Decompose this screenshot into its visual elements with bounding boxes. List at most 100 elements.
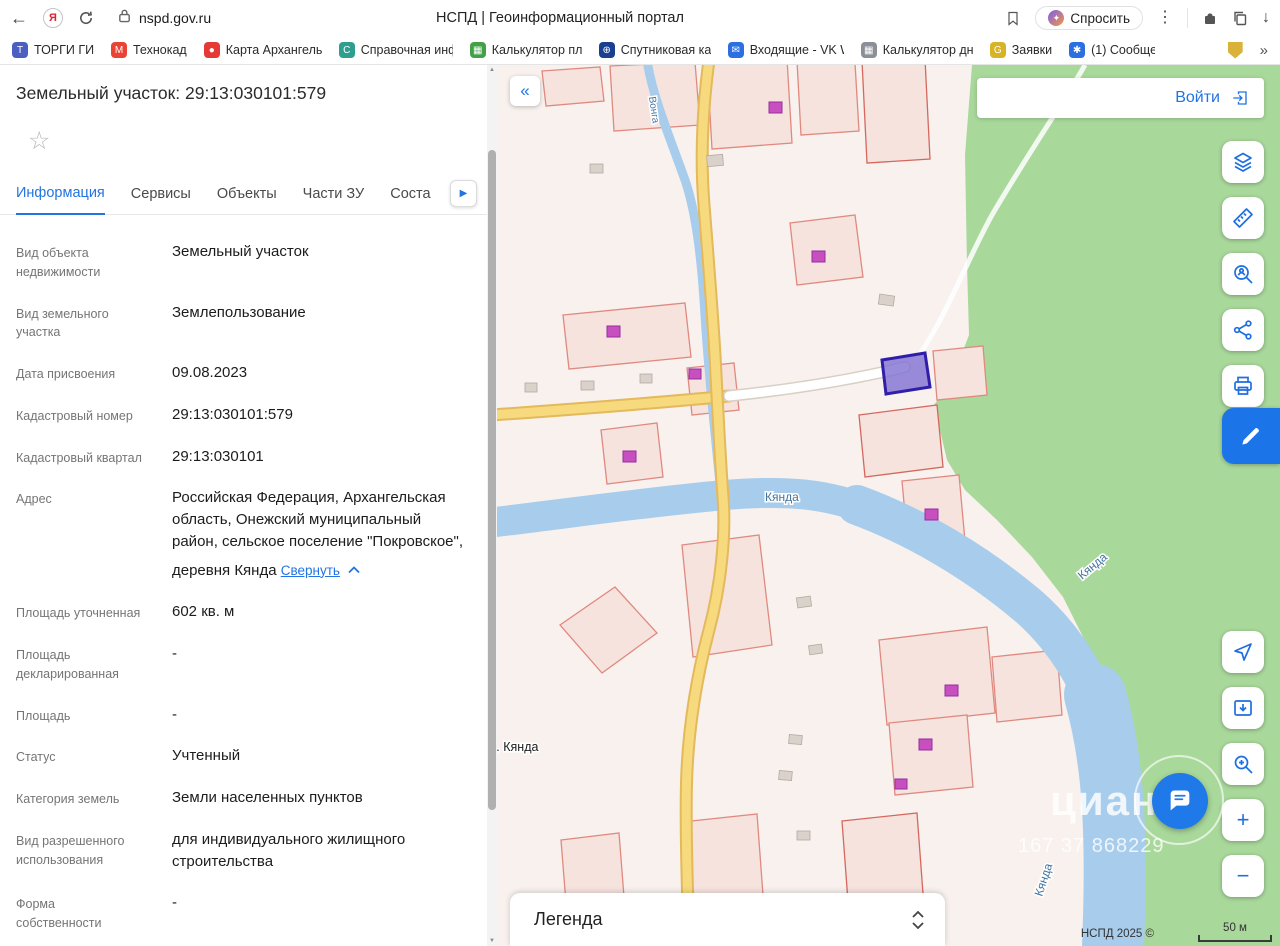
tab-services[interactable]: Сервисы	[131, 186, 191, 214]
login-bar[interactable]: Войти	[977, 78, 1264, 118]
bookmark-favicon: ●	[203, 42, 220, 58]
bookmark-flag-icon[interactable]	[1005, 10, 1021, 27]
bookmark-item[interactable]: ● Карта Архангельс	[203, 42, 322, 58]
field-row: Площадь уточненная 602 кв. м	[16, 601, 471, 623]
field-row: Вид земельного участка Землепользование	[16, 302, 471, 343]
url-text: nspd.gov.ru	[139, 10, 212, 26]
extent-button[interactable]	[1222, 687, 1264, 729]
bookmark-favicon: ✱	[1069, 42, 1086, 58]
field-label: Адрес	[16, 492, 52, 507]
field-label: Площадь уточненная	[16, 606, 141, 621]
field-label: Вид земельного участка	[16, 306, 109, 340]
print-button[interactable]	[1222, 365, 1264, 407]
layers-button[interactable]	[1222, 141, 1264, 183]
extensions-puzzle-icon[interactable]	[1202, 10, 1218, 26]
legend-bar[interactable]: Легенда	[510, 893, 945, 946]
map-attribution: НСПД 2025 ©	[1080, 928, 1154, 940]
favorite-star-button[interactable]: ☆	[22, 128, 56, 155]
map-container: Кянда Кянда Кянда Вонга д. Кянда « Войти	[497, 65, 1280, 946]
measure-ruler-button[interactable]	[1222, 197, 1264, 239]
bookmark-item[interactable]: ⊕ Спутниковая кар	[598, 42, 711, 58]
bookmark-favicon: ✉	[727, 42, 744, 58]
bookmark-item[interactable]: ✉ Входящие - VK W	[727, 42, 844, 58]
bookmark-item[interactable]: G Заявки	[989, 42, 1052, 58]
scale-bar: 50 м	[1198, 922, 1272, 942]
share-icon	[1233, 320, 1252, 340]
field-label: Вид объекта недвижимости	[16, 246, 101, 279]
person-search-icon	[1234, 265, 1253, 284]
bookmarks-overflow-icon[interactable]: »	[1260, 42, 1268, 59]
field-row: Площадь декларированная -	[16, 643, 471, 684]
field-label: Дата присвоения	[16, 367, 116, 381]
bookmark-favicon: ▦	[469, 42, 486, 58]
field-label: Площадь декларированная	[16, 648, 119, 681]
yandex-browser-icon[interactable]: Я	[43, 8, 63, 28]
parcel-title: Земельный участок: 29:13:030101:579	[16, 83, 327, 103]
refresh-icon[interactable]	[78, 10, 94, 26]
bookmark-item[interactable]: M Технокад	[111, 42, 187, 58]
object-search-button[interactable]	[1222, 253, 1264, 295]
address-bar[interactable]: nspd.gov.ru	[117, 8, 211, 28]
chat-bubble-icon	[1170, 790, 1190, 811]
zoom-out-button[interactable]: −	[1222, 855, 1264, 897]
field-label: Кадастровый квартал	[16, 450, 142, 465]
share-button[interactable]	[1222, 309, 1264, 351]
divider	[1187, 8, 1188, 28]
zoom-area-button[interactable]	[1222, 743, 1264, 785]
settlement-label: д. Кянда	[497, 740, 538, 754]
tabs-copy-icon[interactable]	[1232, 10, 1248, 26]
page-title: НСПД | Геоинформационный портал	[436, 10, 684, 26]
collapse-address-link[interactable]: Свернуть	[281, 561, 360, 581]
bookmark-item[interactable]: ▦ Калькулятор пло	[469, 42, 582, 58]
bookmark-favicon: G	[989, 42, 1006, 58]
field-value: Земельный участок	[172, 243, 309, 260]
field-value: 602 кв. м	[172, 603, 235, 621]
field-value: 09.08.2023	[172, 364, 248, 381]
pencil-icon	[1242, 428, 1259, 445]
login-icon	[1233, 91, 1247, 105]
bookmark-item[interactable]: ▦ Калькулятор дне	[860, 42, 973, 58]
field-row: Категория земель Земли населенных пунктов	[16, 787, 471, 809]
draw-tool-button[interactable]	[1222, 408, 1280, 464]
chat-button[interactable]	[1152, 773, 1208, 829]
lock-icon	[117, 8, 132, 28]
tab-parcel-parts[interactable]: Части ЗУ	[303, 186, 365, 214]
zoom-in-button[interactable]: +	[1222, 799, 1264, 841]
field-value: Российская Федерация, Архангельская обла…	[172, 487, 471, 581]
bookmark-item[interactable]: ✱ (1) Сообще	[1069, 42, 1155, 58]
scale-label: 50 м	[1223, 922, 1247, 934]
field-row: Вид разрешенного использования для индиви…	[16, 829, 471, 873]
field-row: Форма собственности -	[16, 892, 471, 933]
scroll-down-arrow[interactable]: ▼	[487, 938, 497, 944]
field-row: Кадастровый номер 29:13:030101:579	[16, 404, 471, 426]
sort-chevrons-icon[interactable]	[911, 910, 925, 930]
download-icon[interactable]: ↓	[1262, 10, 1270, 26]
scrollbar-thumb[interactable]	[488, 150, 496, 810]
layers-icon	[1234, 152, 1252, 172]
tab-information[interactable]: Информация	[16, 185, 105, 215]
parcel-fields: Вид объекта недвижимости Земельный участо…	[0, 215, 487, 933]
field-value: -	[172, 645, 177, 662]
kebab-menu-icon[interactable]: ⋮	[1157, 10, 1173, 26]
tab-objects[interactable]: Объекты	[217, 186, 277, 214]
scroll-up-arrow[interactable]: ▲	[487, 67, 497, 73]
field-value: 29:13:030101	[172, 447, 264, 465]
ask-ai-button[interactable]: ✦ Спросить	[1035, 6, 1143, 30]
field-value: -	[172, 894, 177, 912]
field-value: Земли населенных пунктов	[172, 789, 363, 806]
watermark-id: 167 37 868229	[1018, 835, 1165, 857]
back-icon[interactable]: ←	[10, 9, 28, 27]
tabs-scroll-right-button[interactable]: ▶	[450, 180, 477, 207]
panel-scrollbar[interactable]: ▲ ▼	[487, 65, 497, 946]
collapse-panel-button[interactable]: «	[510, 76, 540, 106]
coat-of-arms-icon[interactable]	[1227, 41, 1243, 59]
bookmark-favicon: M	[111, 42, 127, 58]
bookmark-item[interactable]: ТТОРГИ ГИС	[12, 42, 94, 58]
selected-parcel[interactable]	[880, 351, 932, 396]
locate-button[interactable]	[1222, 631, 1264, 673]
frame-icon	[1234, 700, 1252, 716]
bookmark-item[interactable]: ССправочная инфо	[338, 42, 453, 58]
field-value: -	[172, 705, 177, 723]
tab-composition[interactable]: Соста	[390, 186, 430, 214]
field-label: Статус	[16, 750, 56, 765]
